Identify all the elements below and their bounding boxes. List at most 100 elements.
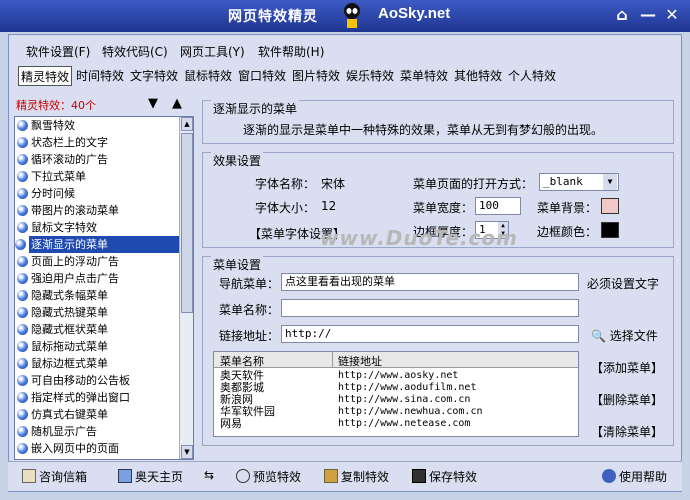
list-item[interactable]: 仿真式右键菜单 (15, 406, 193, 423)
list-item-label: 鼠标文字特效 (31, 221, 97, 234)
table-row[interactable]: 奥都影城 http://www.aodufilm.net (214, 382, 578, 394)
menu-settings[interactable]: 软件设置(F) (26, 43, 90, 60)
effect-bullet-icon (17, 256, 28, 267)
tab-other[interactable]: 其他特效 (452, 66, 504, 86)
description-text: 逐渐的显示是菜单中一种特殊的效果，菜单从无到有梦幻般的出现。 (243, 123, 604, 137)
copy-icon (324, 469, 338, 483)
effect-bullet-icon (17, 290, 28, 301)
tab-fun[interactable]: 娱乐特效 (344, 66, 396, 86)
list-item-label: 鼠标边框式菜单 (31, 357, 108, 370)
nav-menu-input[interactable]: 点这里看看出现的菜单 (281, 273, 579, 291)
swap-icon[interactable]: ⇆ (204, 468, 214, 482)
contact-mail-button[interactable]: 咨询信箱 (22, 468, 87, 485)
clear-menu-button[interactable]: 【清除菜单】 (591, 423, 663, 440)
list-item[interactable]: 指定样式的弹出窗口 (15, 389, 193, 406)
effect-bullet-icon (17, 205, 28, 216)
border-color-label: 边框颜色： (537, 225, 598, 239)
table-row[interactable]: 网易 http://www.netease.com (214, 418, 578, 430)
tab-image[interactable]: 图片特效 (290, 66, 342, 86)
open-mode-select[interactable]: _blank ▼ (539, 173, 619, 191)
list-item[interactable]: 鼠标拖动式菜单 (15, 338, 193, 355)
list-item[interactable]: 隐藏式热键菜单 (15, 304, 193, 321)
menu-name-input[interactable] (281, 299, 579, 317)
delete-menu-button[interactable]: 【删除菜单】 (591, 391, 663, 408)
description-title: 逐渐显示的菜单 (211, 100, 300, 117)
list-item-label: 飘雪特效 (31, 119, 75, 132)
tab-sprite[interactable]: 精灵特效 (18, 66, 73, 86)
list-item[interactable]: 分时问候 (15, 185, 193, 202)
list-item[interactable]: 隐藏式条幅菜单 (15, 287, 193, 304)
list-item-label: 循环滚动的广告 (31, 153, 108, 166)
list-item[interactable]: 下拉式菜单 (15, 168, 193, 185)
list-item-label: 带图片的滚动菜单 (31, 204, 119, 217)
menu-width-label: 菜单宽度： (413, 201, 474, 215)
home-page-icon (118, 469, 132, 483)
menu-effect-code[interactable]: 特效代码(C) (102, 43, 168, 60)
list-item[interactable]: 页面上的浮动广告 (15, 253, 193, 270)
menu-settings-title: 菜单设置 (211, 256, 264, 273)
tab-window[interactable]: 窗口特效 (236, 66, 288, 86)
list-item[interactable]: 循环滚动的广告 (15, 151, 193, 168)
help-button[interactable]: 使用帮助 (602, 468, 667, 485)
mascot-icon (344, 3, 360, 28)
font-size-value: 12 (321, 199, 337, 213)
effect-list[interactable]: 飘雪特效状态栏上的文字循环滚动的广告下拉式菜单 分时问候带图片的滚动菜单 鼠标文字特… (14, 116, 194, 460)
move-up-icon[interactable]: ▲ (172, 96, 182, 111)
list-item-label: 梦幻组合式右键菜单 (31, 459, 130, 460)
border-color-swatch[interactable] (601, 222, 619, 238)
tab-text[interactable]: 文字特效 (128, 66, 180, 86)
home-icon[interactable]: ⌂ (612, 5, 632, 25)
list-item[interactable]: 鼠标边框式菜单 (15, 355, 193, 372)
tab-mouse[interactable]: 鼠标特效 (182, 66, 234, 86)
menu-settings-group: 菜单设置 导航菜单： 点这里看看出现的菜单 必须设置文字 菜单名称： 链接地址：… (202, 256, 674, 446)
save-button[interactable]: 保存特效 (412, 468, 477, 485)
list-scrollbar[interactable]: ▲ ▼ (179, 117, 193, 459)
list-item[interactable]: 隐藏式框状菜单 (15, 321, 193, 338)
row-url: http://www.sina.com.cn (338, 394, 471, 405)
list-item[interactable]: 可自由移动的公告板 (15, 372, 193, 389)
menu-table[interactable]: 菜单名称 链接地址 奥天软件 http://www.aosky.net 奥都影城 ht… (213, 351, 579, 437)
list-item-label: 鼠标拖动式菜单 (31, 340, 108, 353)
tab-personal[interactable]: 个人特效 (506, 66, 558, 86)
font-size-label: 字体大小： (255, 201, 316, 215)
choose-file-button[interactable]: 🔍 选择文件 (591, 327, 658, 344)
menu-bg-color-swatch[interactable] (601, 198, 619, 214)
bottom-toolbar: 咨询信箱 奥天主页 ⇆ 预览特效 复制特效 保存特效 使用帮助 (8, 461, 682, 491)
list-item-label: 隐藏式框状菜单 (31, 323, 108, 336)
table-row[interactable]: 华军软件园 http://www.newhua.com.cn (214, 406, 578, 418)
scroll-down-button[interactable]: ▼ (181, 445, 193, 459)
list-item[interactable]: 逐渐显示的菜单 (15, 236, 193, 253)
list-item[interactable]: 强迫用户点击广告 (15, 270, 193, 287)
add-menu-button[interactable]: 【添加菜单】 (591, 359, 663, 376)
help-icon (602, 469, 616, 483)
list-item[interactable]: 随机显示广告 (15, 423, 193, 440)
menu-web-tools[interactable]: 网页工具(Y) (180, 43, 245, 60)
font-name-value: 宋体 (321, 177, 346, 191)
preview-button[interactable]: 预览特效 (236, 468, 301, 485)
mail-icon (22, 469, 36, 483)
list-item[interactable]: 飘雪特效 (15, 117, 193, 134)
scroll-up-button[interactable]: ▲ (181, 117, 193, 131)
copy-button[interactable]: 复制特效 (324, 468, 389, 485)
menu-width-input[interactable]: 100 (475, 197, 521, 215)
help-label: 使用帮助 (619, 470, 668, 484)
list-item-label: 隐藏式热键菜单 (31, 306, 108, 319)
list-item[interactable]: 状态栏上的文字 (15, 134, 193, 151)
move-down-icon[interactable]: ▼ (148, 96, 158, 111)
list-item-label: 逐渐显示的菜单 (31, 238, 108, 251)
chevron-down-icon[interactable]: ▼ (603, 174, 617, 190)
menu-help[interactable]: 软件帮助(H) (258, 43, 324, 60)
close-button[interactable]: ✕ (662, 5, 682, 25)
minimize-button[interactable]: — (638, 5, 658, 25)
list-item[interactable]: 嵌入网页中的页面 (15, 440, 193, 457)
effect-bullet-icon (17, 443, 28, 454)
table-row[interactable]: 奥天软件 http://www.aosky.net (214, 370, 578, 382)
homepage-button[interactable]: 奥天主页 (118, 468, 183, 485)
tab-time[interactable]: 时间特效 (74, 66, 126, 86)
scroll-thumb[interactable] (181, 133, 193, 313)
list-item[interactable]: 鼠标文字特效 (15, 219, 193, 236)
link-input[interactable]: http:// (281, 325, 579, 343)
list-item[interactable]: 带图片的滚动菜单 (15, 202, 193, 219)
tab-menu[interactable]: 菜单特效 (398, 66, 450, 86)
list-item[interactable]: 梦幻组合式右键菜单 (15, 457, 193, 460)
